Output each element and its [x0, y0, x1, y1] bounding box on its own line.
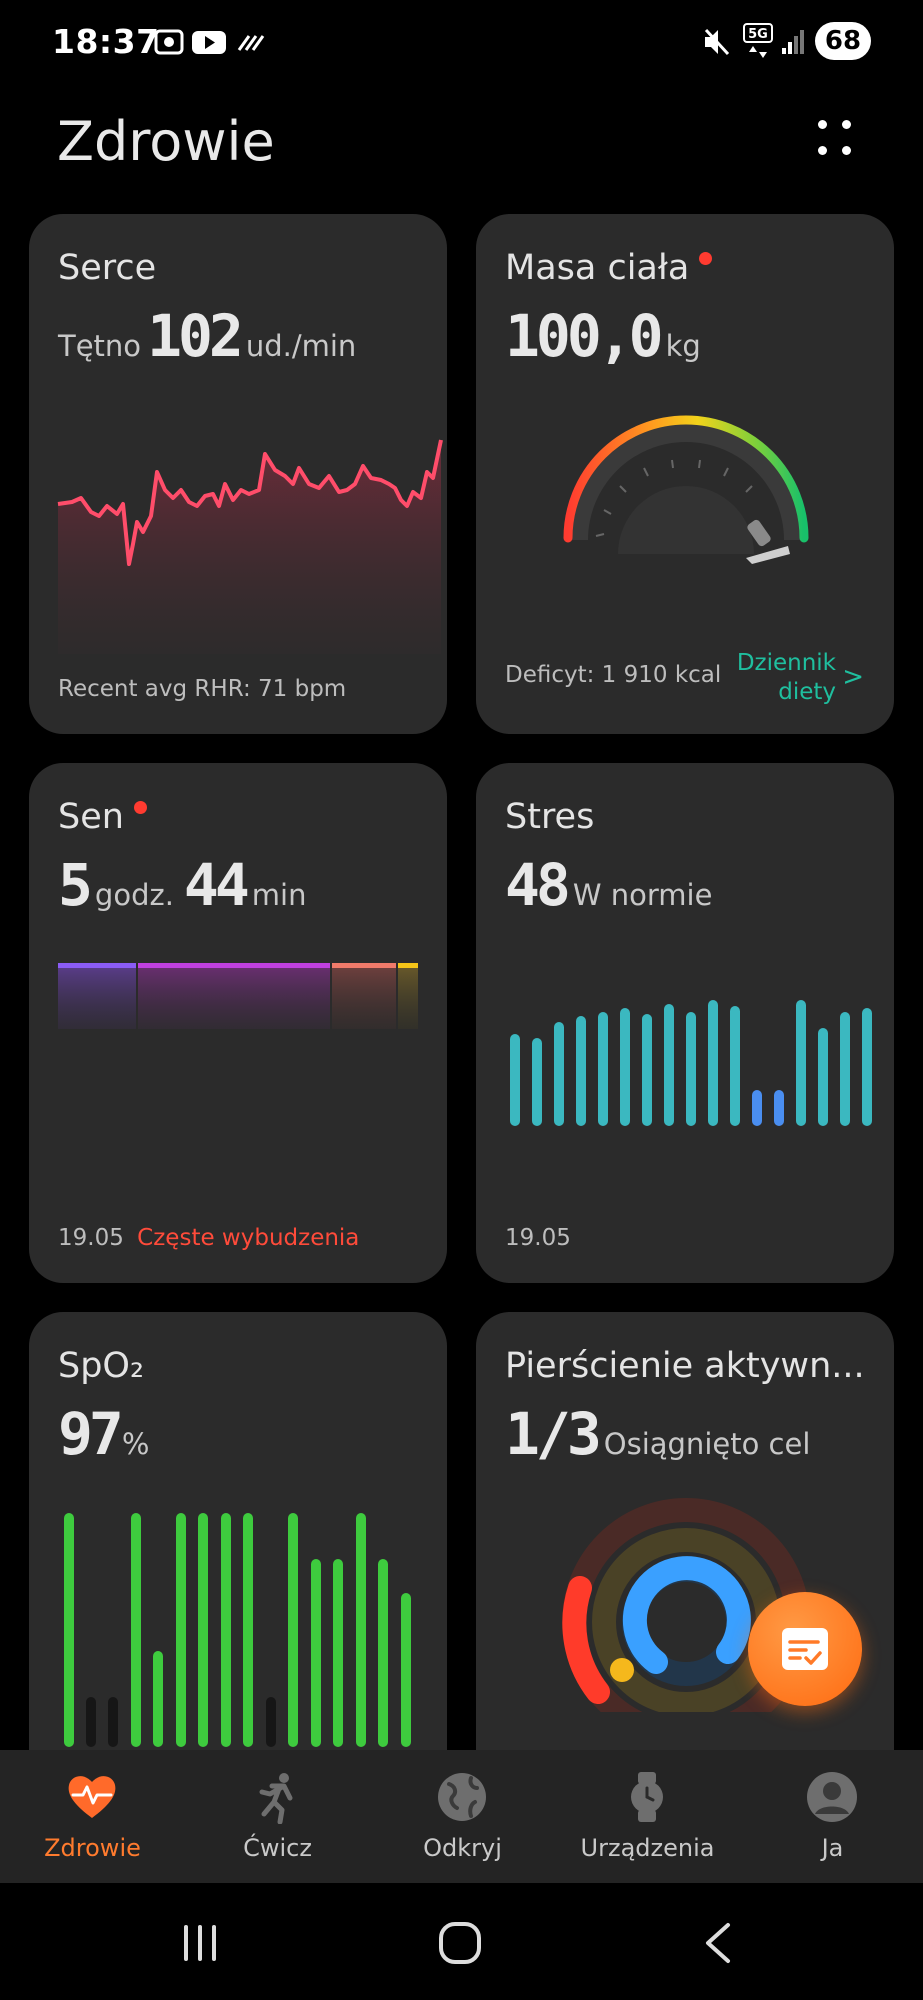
sleep-date: 19.05 [58, 1225, 124, 1251]
recent-apps-icon[interactable] [180, 1923, 220, 1963]
screenshot-icon [154, 29, 184, 55]
page-title: Zdrowie [57, 110, 275, 173]
heart-rate-label: Tętno [58, 329, 142, 363]
stand-ring-progress [622, 1556, 751, 1674]
nav-tab-ja[interactable]: Ja [740, 1750, 923, 1883]
nav-tab-odkryj[interactable]: Odkryj [370, 1750, 555, 1883]
sleep-duration: 5 godz. 44 min [58, 851, 306, 919]
signal-icon [782, 30, 804, 54]
stress-value: 48 [505, 851, 571, 919]
new-data-indicator [699, 252, 713, 265]
weight-value: 100,0 [505, 302, 664, 370]
diet-link-line1: Dziennik [736, 650, 836, 676]
more-options-button[interactable] [808, 116, 860, 168]
calorie-deficit: Deficyt: 1 910 kcal [505, 662, 722, 688]
home-icon[interactable] [438, 1921, 482, 1965]
youtube-icon [192, 31, 226, 54]
spo2-chart [64, 1513, 411, 1747]
sleep-minutes-unit: min [251, 878, 307, 912]
sleep-stage-awake [398, 965, 418, 1029]
sleep-note: Częste wybudzenia [137, 1225, 360, 1251]
menu-dot [818, 120, 827, 129]
spo2-unit: % [121, 1427, 150, 1461]
sleep-stage-rem [332, 965, 396, 1029]
sleep-minutes: 44 [183, 851, 250, 919]
status-bar: 18:37 5G 68 [0, 0, 923, 84]
nav-label: Ćwicz [243, 1834, 312, 1862]
stress-chart [510, 1000, 872, 1126]
nav-label: Zdrowie [44, 1834, 141, 1862]
activity-rings-value: 1/3 [505, 1400, 602, 1468]
sleep-title-text: Sen [58, 797, 124, 837]
running-icon [259, 1773, 293, 1824]
heart-rate-chart [57, 439, 443, 654]
activity-rings-title: Pierścienie aktywn... [505, 1346, 865, 1386]
weight-metric: 100,0 kg [505, 302, 701, 370]
heart-card-title: Serce [58, 248, 157, 288]
system-navigation-bar [0, 1883, 923, 2000]
stress-date: 19.05 [505, 1225, 571, 1251]
data-saver-icon [237, 35, 265, 51]
menu-dot [842, 146, 851, 155]
heart-pulse-icon [68, 1776, 116, 1818]
stress-metric: 48 W normie [505, 851, 712, 919]
diet-link-line2: diety [778, 679, 836, 705]
weight-title-text: Masa ciała [505, 248, 690, 288]
sleep-card-title: Sen [58, 797, 147, 837]
sleep-stage-light [58, 965, 136, 1029]
stress-card-title: Stres [505, 797, 595, 837]
spo2-value: 97 [58, 1400, 124, 1468]
checklist-icon [782, 1628, 828, 1670]
stress-status: W normie [572, 878, 713, 912]
menu-dot [842, 120, 851, 129]
globe-icon [438, 1773, 486, 1821]
heart-rate-metric: Tętno 102 ud./min [58, 302, 356, 370]
new-data-indicator [133, 801, 147, 814]
spo2-metric: 97% [58, 1400, 149, 1468]
spo2-card-title: SpO₂ [58, 1346, 145, 1386]
mute-icon [704, 28, 730, 56]
sleep-card[interactable]: Sen 5 godz. 44 min 19.05 Częste wybudzenia [29, 763, 447, 1283]
stress-card[interactable]: Stres 48 W normie 19.05 [476, 763, 894, 1283]
weight-unit: kg [665, 329, 701, 363]
menu-dot [818, 146, 827, 155]
sleep-stages-chart [58, 963, 418, 1029]
battery-level: 68 [815, 22, 871, 60]
status-time: 18:37 [52, 22, 160, 61]
nav-tab-zdrowie[interactable]: Zdrowie [0, 1750, 185, 1883]
activity-rings-status: Osiągnięto cel [603, 1427, 811, 1461]
heart-rhr-footer: Recent avg RHR: 71 bpm [58, 676, 347, 702]
heart-rate-value: 102 [147, 302, 244, 370]
sleep-hours-unit: godz. [94, 878, 174, 912]
nav-tab-urzadzenia[interactable]: Urządzenia [555, 1750, 740, 1883]
svg-text:5G: 5G [748, 27, 768, 42]
heart-rate-area [58, 440, 441, 654]
chevron-right-icon: > [842, 662, 864, 692]
sleep-footer: 19.05 Częste wybudzenia [58, 1225, 359, 1251]
health-checklist-button[interactable] [748, 1592, 862, 1706]
nav-label: Urządzenia [580, 1834, 715, 1862]
bottom-navigation: Zdrowie Ćwicz Odkryj Urządzenia Ja [0, 1750, 923, 1883]
weight-card-title: Masa ciała [505, 248, 713, 288]
nav-label: Ja [821, 1834, 844, 1862]
nav-label: Odkryj [423, 1834, 502, 1862]
weight-card[interactable]: Masa ciała 100,0 kg Deficyt: 1 910 kcal … [476, 214, 894, 734]
5g-icon: 5G [743, 23, 773, 58]
exercise-ring-progress [610, 1658, 634, 1682]
sleep-stage-deep [138, 965, 330, 1029]
sleep-hours: 5 [58, 851, 93, 919]
diet-diary-link[interactable]: Dziennik diety > [736, 649, 864, 707]
activity-rings-metric: 1/3 Osiągnięto cel [505, 1400, 810, 1468]
weight-gauge [563, 415, 809, 564]
nav-tab-cwicz[interactable]: Ćwicz [185, 1750, 370, 1883]
heart-rate-unit: ud./min [245, 329, 357, 363]
user-icon [807, 1772, 857, 1822]
back-icon[interactable] [700, 1921, 736, 1965]
heart-card[interactable]: Serce Tętno 102 ud./min Recent avg RHR: 71… [29, 214, 447, 734]
watch-icon [631, 1772, 663, 1822]
